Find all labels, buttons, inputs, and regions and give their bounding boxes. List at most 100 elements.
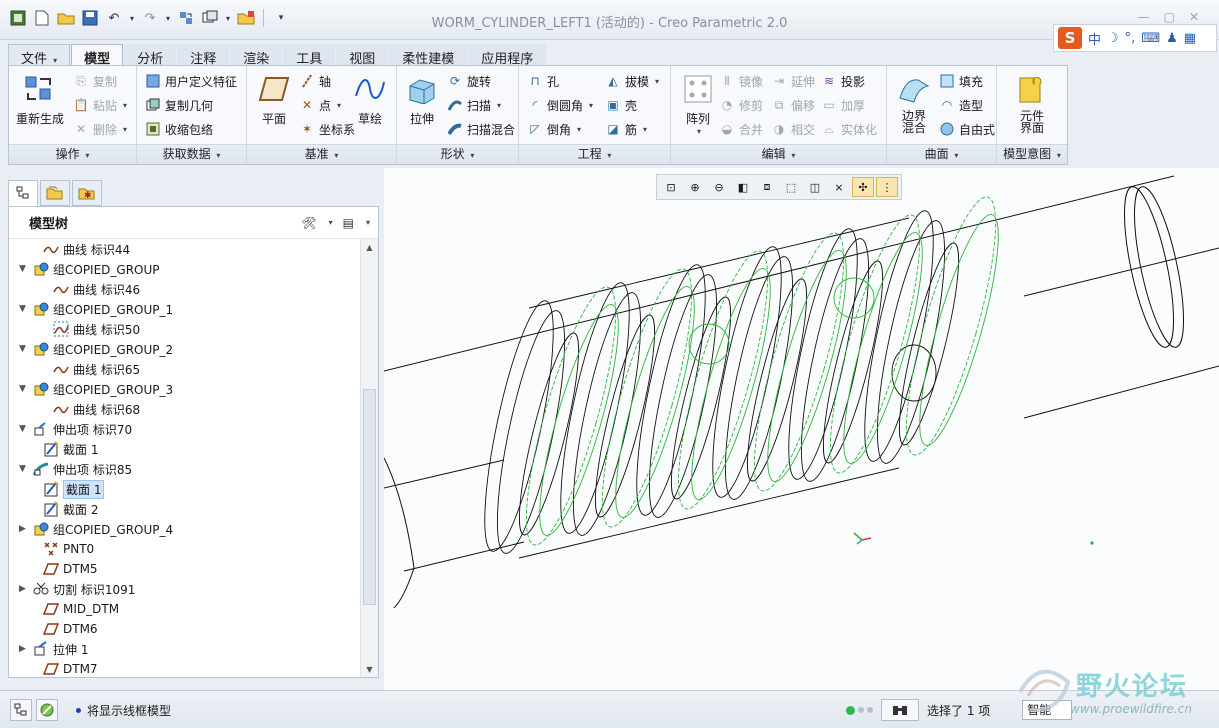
group-get-data-label[interactable]: 获取数据 ▾ (137, 144, 246, 164)
selection-filter[interactable]: 智能 (1022, 700, 1073, 720)
fill-button[interactable]: 填充 (939, 71, 983, 91)
merge-button[interactable]: ◒ 合并 (719, 119, 763, 139)
freestyle-button[interactable]: 自由式 (939, 119, 995, 139)
model-tree-item[interactable]: ▶ 拉伸 1 (19, 639, 88, 659)
tab-annotate[interactable]: 注释 (177, 44, 230, 67)
delete-button[interactable]: ✕ 删除 ▾ (73, 119, 127, 139)
display-style-icon[interactable]: ⧈ (756, 177, 778, 197)
hole-button[interactable]: ⊓ 孔 (527, 71, 559, 91)
tree-show-dropdown-icon[interactable]: ▾ (366, 218, 370, 227)
paste-button[interactable]: 📋 粘贴 ▾ (73, 95, 128, 115)
expander-icon[interactable]: ▼ (19, 304, 29, 314)
model-tree-item[interactable]: 曲线 标识46 (39, 279, 140, 299)
scroll-down-icon[interactable]: ▼ (361, 661, 378, 677)
find-icon[interactable] (881, 699, 919, 721)
tab-analysis[interactable]: 分析 (124, 44, 177, 67)
expander-icon[interactable]: ▼ (19, 384, 29, 394)
datum-display-icon[interactable]: ⨯ (828, 177, 850, 197)
tab-render[interactable]: 渲染 (230, 44, 283, 67)
mirror-button[interactable]: ⫴ 镜像 (719, 71, 763, 91)
udf-button[interactable]: 用户定义特征 (145, 71, 237, 91)
project-button[interactable]: ≋ 投影 (821, 71, 865, 91)
show-browser-icon[interactable] (36, 699, 58, 721)
tree-settings-icon[interactable]: 🛠 (301, 216, 316, 230)
model-tree-item[interactable]: DTM6 (29, 619, 98, 639)
datum-point-button[interactable]: ✕ 点 ▾ (299, 95, 341, 115)
offset-button[interactable]: ⧉ 偏移 (771, 95, 815, 115)
model-tree-item[interactable]: ▼ 组COPIED_GROUP (19, 259, 160, 279)
model-tree-item[interactable]: 截面 2 (29, 499, 98, 519)
graphics-window[interactable]: ⊡ ⊕ ⊖ ◧ ⧈ ⬚ ◫ ⨯ ✣ ⋮ (384, 168, 1219, 690)
swept-blend-button[interactable]: 扫描混合 (447, 119, 515, 139)
favorites-tab[interactable]: ✱ (72, 180, 102, 206)
close-icon[interactable]: ✕ (1189, 10, 1199, 24)
refit-icon[interactable]: ⊡ (660, 177, 682, 197)
copy-button[interactable]: ⎘ 复制 (73, 71, 117, 91)
group-editing-label[interactable]: 编辑 ▾ (671, 144, 886, 164)
expander-icon[interactable]: ▼ (19, 464, 29, 474)
model-tree-item[interactable]: ▼ 组COPIED_GROUP_3 (19, 379, 173, 399)
expander-icon[interactable]: ▶ (19, 644, 29, 654)
solidify-button[interactable]: ⌓ 实体化 (821, 119, 877, 139)
model-tree-item[interactable]: 曲线 标识50 (39, 319, 140, 339)
group-shapes-label[interactable]: 形状 ▾ (397, 144, 518, 164)
punctuation-icon[interactable]: °, (1125, 31, 1136, 46)
group-operations-label[interactable]: 操作 ▾ (9, 144, 136, 164)
model-tree-item[interactable]: DTM7 (29, 659, 98, 677)
zoom-out-icon[interactable]: ⊖ (708, 177, 730, 197)
scroll-up-icon[interactable]: ▲ (361, 239, 378, 255)
spin-center-icon[interactable]: ✣ (852, 177, 874, 197)
user-icon[interactable]: ♟ (1166, 31, 1178, 46)
keyboard-icon[interactable]: ⌨ (1141, 31, 1160, 46)
show-navigator-icon[interactable] (10, 699, 32, 721)
maximize-icon[interactable]: ▢ (1164, 10, 1175, 24)
sogou-logo-icon[interactable]: S (1058, 27, 1082, 49)
model-tree-item[interactable]: 曲线 标识65 (39, 359, 140, 379)
group-datum-label[interactable]: 基准 ▾ (247, 144, 396, 164)
tab-applications[interactable]: 应用程序 (468, 44, 547, 67)
folder-browser-tab[interactable] (40, 180, 70, 206)
extend-button[interactable]: ⇥ 延伸 (771, 71, 815, 91)
extrude-button[interactable]: 拉伸 (395, 72, 449, 127)
expander-icon[interactable]: ▶ (19, 584, 29, 594)
tab-flexible-modeling[interactable]: 柔性建模 (389, 44, 468, 67)
annotation-display-icon[interactable]: ⋮ (876, 177, 898, 197)
copy-geometry-button[interactable]: 复制几何 (145, 95, 213, 115)
draft-button[interactable]: ◭ 拔模 ▾ (605, 71, 659, 91)
datum-axis-button[interactable]: 轴 (299, 71, 331, 91)
model-tree-item[interactable]: MID_DTM (29, 599, 119, 619)
wireframe-model[interactable] (384, 168, 1219, 690)
model-tree-item[interactable]: DTM5 (29, 559, 98, 579)
grid-icon[interactable]: ▦ (1184, 31, 1196, 46)
model-tree-item[interactable]: PNT0 (29, 539, 94, 559)
expander-icon[interactable]: ▼ (19, 424, 29, 434)
ime-mode-label[interactable]: 中 (1088, 29, 1101, 48)
expander-icon[interactable]: ▶ (19, 524, 29, 534)
round-button[interactable]: ◜ 倒圆角 ▾ (527, 95, 593, 115)
group-model-intent-label[interactable]: 模型意图 ▾ (997, 144, 1067, 164)
model-tree-item[interactable]: 曲线 标识44 (29, 239, 130, 259)
expander-icon[interactable]: ▼ (19, 264, 29, 274)
saved-orientations-icon[interactable]: ⬚ (780, 177, 802, 197)
model-tree-item[interactable]: ▶ 切割 标识1091 (19, 579, 135, 599)
boundary-blend-button[interactable]: 边界混合 (887, 72, 941, 134)
scroll-thumb[interactable] (363, 389, 376, 605)
model-tree-item[interactable]: ▶ 组COPIED_GROUP_4 (19, 519, 173, 539)
datum-plane-button[interactable]: 平面 (247, 72, 301, 127)
rib-button[interactable]: ◪ 筋 ▾ (605, 119, 647, 139)
pattern-button[interactable]: 阵列 ▾ (671, 72, 725, 136)
tab-view[interactable]: 视图 (336, 44, 389, 67)
thicken-button[interactable]: ▭ 加厚 (821, 95, 865, 115)
model-tree-tab[interactable] (8, 180, 38, 206)
model-tree-item[interactable]: ▼ 组COPIED_GROUP_1 (19, 299, 173, 319)
regenerate-button[interactable]: 重新生成 (13, 72, 67, 127)
model-tree-item[interactable]: 曲线 标识68 (39, 399, 140, 419)
zoom-in-icon[interactable]: ⊕ (684, 177, 706, 197)
group-engineering-label[interactable]: 工程 ▾ (519, 144, 670, 164)
tab-tools[interactable]: 工具 (283, 44, 336, 67)
revolve-button[interactable]: ⟳ 旋转 (447, 71, 491, 91)
tree-settings-dropdown-icon[interactable]: ▾ (329, 218, 333, 227)
shell-button[interactable]: ▣ 壳 (605, 95, 637, 115)
intersect-button[interactable]: ◑ 相交 (771, 119, 815, 139)
model-tree-item[interactable]: ▼ 组COPIED_GROUP_2 (19, 339, 173, 359)
